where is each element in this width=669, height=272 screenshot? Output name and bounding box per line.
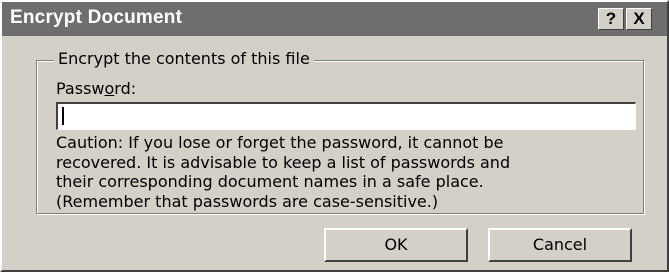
encrypt-document-dialog: Encrypt Document ? X Encrypt the content… bbox=[0, 0, 669, 272]
password-label-start: Passw bbox=[56, 79, 105, 98]
close-icon: X bbox=[633, 9, 645, 28]
help-button[interactable]: ? bbox=[598, 8, 624, 30]
cancel-button[interactable]: Cancel bbox=[488, 228, 632, 262]
password-input[interactable] bbox=[56, 102, 636, 130]
close-button[interactable]: X bbox=[626, 8, 652, 30]
text-caret bbox=[62, 107, 64, 125]
title-bar[interactable]: Encrypt Document ? X bbox=[2, 2, 667, 36]
help-icon: ? bbox=[605, 9, 617, 28]
ok-button[interactable]: OK bbox=[324, 228, 468, 262]
password-label: Password: bbox=[56, 79, 136, 99]
dialog-title: Encrypt Document bbox=[10, 7, 183, 28]
password-label-end: rd: bbox=[114, 79, 137, 98]
caution-text: Caution: If you lose or forget the passw… bbox=[56, 133, 511, 211]
password-label-accelerator: o bbox=[104, 79, 115, 98]
group-box-label: Encrypt the contents of this file bbox=[54, 48, 314, 70]
